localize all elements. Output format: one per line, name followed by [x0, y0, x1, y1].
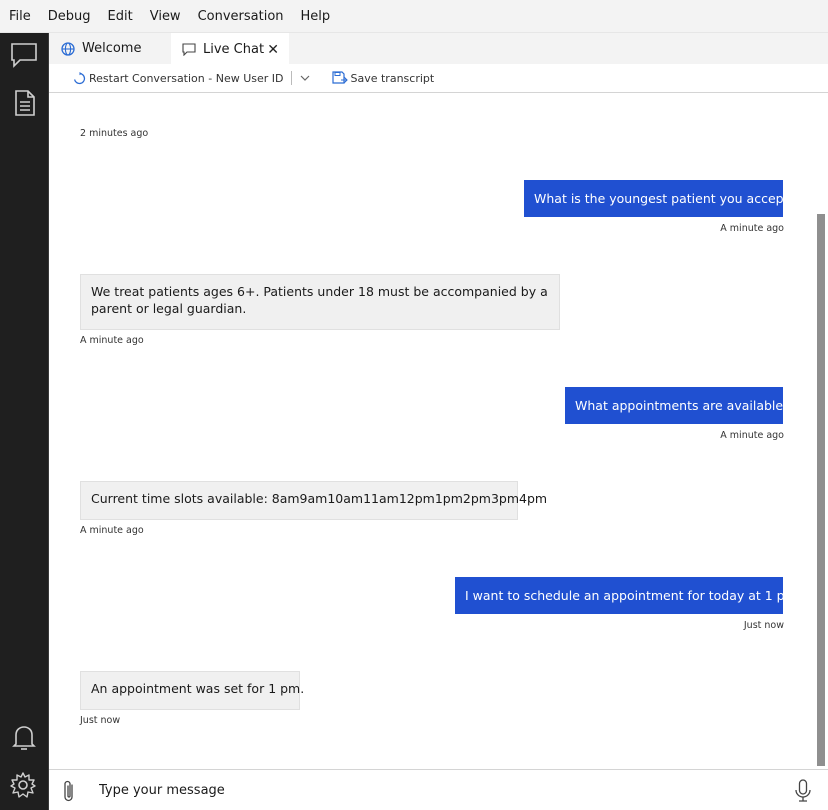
user-message: What appointments are available?: [565, 387, 790, 424]
restart-icon: [73, 71, 86, 84]
chevron-down-icon[interactable]: [298, 71, 312, 85]
toolbar-divider: [290, 71, 292, 85]
bell-icon[interactable]: [10, 723, 38, 751]
message-input[interactable]: [89, 776, 799, 804]
document-icon[interactable]: [11, 89, 39, 117]
message-timestamp: A minute ago: [80, 525, 144, 536]
message-timestamp: A minute ago: [720, 223, 784, 234]
restart-conversation-button[interactable]: Restart Conversation - New User ID: [73, 71, 284, 85]
user-message: What is the youngest patient you accept?: [524, 180, 795, 217]
user-message: I want to schedule an appointment for to…: [455, 577, 797, 614]
tab-live-chat-label: Live Chat: [203, 42, 265, 57]
menu-view[interactable]: View: [143, 9, 188, 24]
chat-icon[interactable]: [10, 41, 38, 69]
message-input-bar: [49, 769, 828, 810]
close-icon[interactable]: ✕: [267, 42, 279, 58]
chat-scrollbar-thumb[interactable]: [817, 214, 825, 766]
restart-conversation-label: Restart Conversation - New User ID: [89, 71, 284, 85]
tab-bar: Welcome Live Chat ✕: [49, 33, 828, 64]
message-timestamp: 2 minutes ago: [80, 128, 149, 139]
menu-debug[interactable]: Debug: [41, 9, 98, 24]
bot-message: We treat patients ages 6+. Patients unde…: [80, 274, 560, 330]
tab-welcome[interactable]: Welcome: [49, 33, 171, 64]
menu-help[interactable]: Help: [294, 9, 338, 24]
globe-icon: [60, 41, 76, 57]
menu-edit[interactable]: Edit: [101, 9, 140, 24]
chat-toolbar: Restart Conversation - New User ID Save …: [49, 64, 828, 93]
save-transcript-label: Save transcript: [350, 71, 435, 85]
menu-file[interactable]: File: [2, 9, 38, 24]
paperclip-icon[interactable]: [61, 779, 77, 803]
message-timestamp: A minute ago: [720, 430, 784, 441]
bot-message: An appointment was set for 1 pm.: [80, 671, 304, 710]
message-timestamp: Just now: [80, 715, 121, 726]
activity-bar: [0, 33, 49, 810]
microphone-icon[interactable]: [794, 779, 812, 803]
tab-live-chat[interactable]: Live Chat ✕: [171, 33, 289, 64]
chat-bubble-icon: [181, 42, 197, 58]
save-icon: [331, 71, 348, 84]
message-timestamp: Just now: [743, 620, 784, 631]
menu-conversation[interactable]: Conversation: [191, 9, 291, 24]
menu-bar: File Debug Edit View Conversation Help: [0, 0, 828, 33]
bot-message: Current time slots available: 8am9am10am…: [80, 481, 547, 520]
save-transcript-button[interactable]: Save transcript: [331, 71, 435, 85]
gear-icon[interactable]: [9, 771, 37, 799]
tab-welcome-label: Welcome: [82, 41, 142, 56]
message-timestamp: A minute ago: [80, 335, 144, 346]
chat-transcript: 2 minutes ago What is the youngest patie…: [49, 93, 815, 769]
